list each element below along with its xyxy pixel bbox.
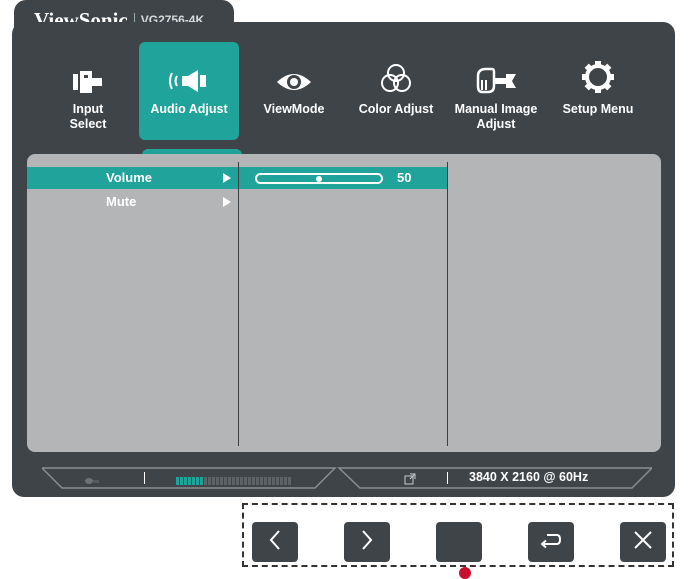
volume-slider[interactable] (255, 173, 383, 184)
menu-label: Setup Menu (562, 102, 634, 116)
level-meter (176, 473, 292, 491)
menu-label: Manual Image Adjust (454, 102, 538, 131)
column-divider (447, 162, 448, 446)
osd-window: Input Select Audio Adjust ViewMode Color… (12, 22, 675, 497)
resolution-text: 3840 X 2160 @ 60Hz (469, 470, 589, 484)
menu-label: Color Adjust (358, 102, 434, 116)
menu-item-manual-image-adjust[interactable]: Manual Image Adjust (446, 42, 546, 140)
menu-item-audio-adjust[interactable]: Audio Adjust (139, 42, 239, 140)
control-keys (242, 503, 674, 567)
eco-icon (84, 473, 100, 484)
menu-item-color-adjust[interactable]: Color Adjust (346, 42, 446, 140)
color-adjust-icon (379, 52, 413, 94)
close-icon (632, 529, 654, 556)
volume-slider-row: 50 (239, 167, 447, 189)
submenu-label: Volume (106, 170, 152, 185)
external-link-icon (404, 472, 416, 490)
status-divider (447, 472, 448, 484)
menu-item-viewmode[interactable]: ViewMode (244, 42, 344, 140)
center-key[interactable] (436, 522, 482, 562)
submenu-item-mute[interactable]: Mute (27, 191, 238, 213)
status-bar: 3840 X 2160 @ 60Hz (42, 467, 652, 489)
chevron-right-icon (359, 528, 375, 557)
status-divider (144, 472, 145, 484)
menu-label: Input Select (69, 102, 107, 131)
return-icon (539, 530, 563, 555)
main-menu: Input Select Audio Adjust ViewMode Color… (12, 22, 675, 152)
menu-item-setup-menu[interactable]: Setup Menu (548, 42, 648, 140)
submenu-label: Mute (106, 194, 137, 209)
slider-knob[interactable] (316, 176, 322, 182)
submenu-item-volume[interactable]: Volume (27, 167, 238, 189)
column-divider (238, 162, 239, 446)
submenu-panel: Volume Mute 50 (27, 154, 661, 452)
audio-adjust-icon (169, 52, 209, 94)
indicator-dot (459, 567, 471, 579)
arrow-right-icon (223, 197, 231, 207)
arrow-right-icon (223, 173, 231, 183)
setup-menu-icon (581, 52, 615, 94)
chevron-left-icon (267, 528, 283, 557)
viewmode-icon (275, 52, 313, 94)
volume-value: 50 (397, 170, 412, 185)
right-key[interactable] (344, 522, 390, 562)
menu-label: ViewMode (263, 102, 325, 116)
menu-item-input-select[interactable]: Input Select (38, 42, 138, 140)
menu-label: Audio Adjust (150, 102, 228, 116)
close-key[interactable] (620, 522, 666, 562)
manual-image-adjust-icon (474, 52, 518, 94)
return-key[interactable] (528, 522, 574, 562)
left-key[interactable] (252, 522, 298, 562)
input-select-icon (71, 52, 105, 94)
